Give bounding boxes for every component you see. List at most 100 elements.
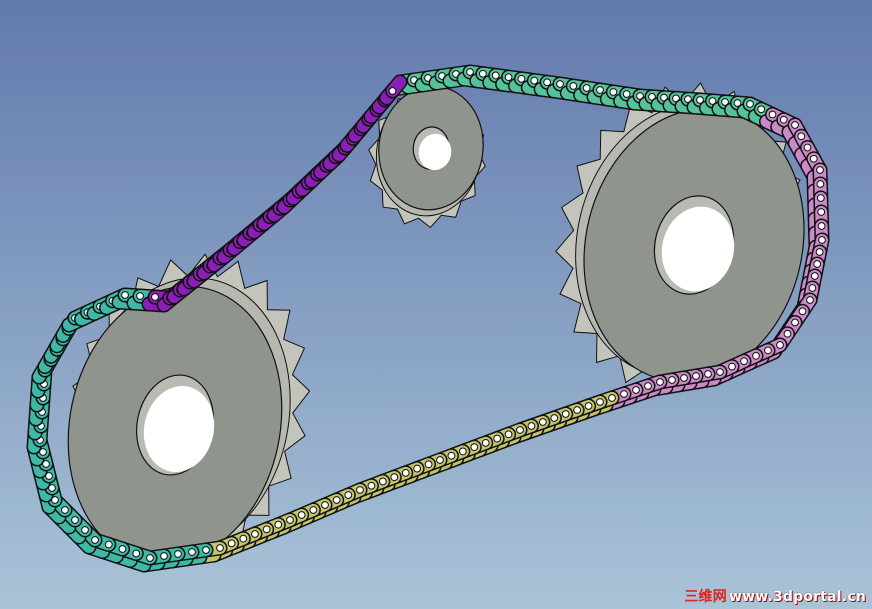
chain-pin xyxy=(791,318,799,327)
chain-pin xyxy=(797,132,806,141)
chain-pin xyxy=(136,292,144,300)
watermark-url: www.3dportal.cn xyxy=(728,589,866,605)
chain-pin xyxy=(656,378,664,386)
chain-pin xyxy=(491,71,500,80)
chain-pin xyxy=(71,516,79,524)
chain-pin xyxy=(458,447,467,456)
chain-pin xyxy=(160,552,168,560)
chain-pin xyxy=(538,418,547,426)
chain-pin xyxy=(680,374,688,382)
chain-pin xyxy=(808,284,817,292)
chain-pin xyxy=(470,443,479,452)
chain-pin xyxy=(378,477,387,486)
chain-pin xyxy=(227,539,236,548)
chain-pin xyxy=(447,451,456,460)
chain-pin xyxy=(202,546,210,554)
chain-pin xyxy=(620,390,628,398)
chain-pin xyxy=(344,491,353,499)
chain-pin xyxy=(81,526,89,534)
chain-pin xyxy=(174,550,182,558)
chain-pin xyxy=(239,534,248,543)
chain-pin xyxy=(516,426,524,434)
chain-pin xyxy=(527,422,536,430)
chain-pin xyxy=(504,430,513,439)
chain-pin xyxy=(816,166,824,174)
chain-pin xyxy=(262,525,271,534)
watermark: 三维网 www.3dportal.cn xyxy=(684,586,866,606)
chain-pin xyxy=(783,329,792,338)
3d-viewport[interactable]: 三维网 www.3dportal.cn xyxy=(0,0,872,609)
chain-pin xyxy=(817,208,826,216)
chain-pin xyxy=(309,506,318,514)
chain-pin xyxy=(806,296,814,304)
chain-pin xyxy=(818,236,826,244)
chain-pin xyxy=(132,549,141,558)
chain-pin xyxy=(810,272,819,280)
chain-pin xyxy=(809,154,818,163)
chain-pin xyxy=(644,382,652,390)
chain-pin xyxy=(752,351,760,360)
chain-pin xyxy=(569,82,578,90)
chain-pin xyxy=(746,100,754,108)
chain-pin xyxy=(815,248,824,256)
chain-pin xyxy=(188,548,196,556)
chain-pin xyxy=(321,501,329,509)
chain-pin xyxy=(764,346,772,355)
chain-pin xyxy=(791,121,799,129)
chain-pin xyxy=(517,74,526,83)
chain-pin xyxy=(274,520,283,529)
chain-pin xyxy=(390,473,399,482)
chain-pin xyxy=(596,398,604,406)
chain-pin xyxy=(803,143,812,152)
chain-pin xyxy=(716,368,724,376)
chain-pin xyxy=(740,357,748,366)
chain-pin xyxy=(251,530,259,538)
chain-pin xyxy=(632,386,640,394)
chain-pin xyxy=(622,90,631,98)
chain-pin xyxy=(91,536,99,544)
chain-pin xyxy=(466,68,474,76)
chain-pin xyxy=(297,511,306,519)
chain-pin xyxy=(668,376,676,384)
chain-pin xyxy=(768,110,777,119)
chain-pin xyxy=(573,406,582,414)
chain-pin xyxy=(367,481,376,490)
chain-pin xyxy=(504,73,513,82)
chain-pin xyxy=(561,410,570,418)
chain-pin xyxy=(286,516,294,524)
chain-pin xyxy=(356,486,364,494)
chain-pin xyxy=(596,86,604,94)
chain-pin xyxy=(151,293,159,301)
chain-pin xyxy=(816,180,825,188)
chain-pin xyxy=(118,545,127,553)
chain-pin xyxy=(582,84,591,92)
chain-pin xyxy=(816,194,825,202)
chain-pin xyxy=(704,370,712,378)
chain-pin xyxy=(757,105,766,114)
chain-pin xyxy=(481,438,490,447)
chain-pin xyxy=(61,506,69,514)
chain-pin xyxy=(728,362,736,371)
chain-pin xyxy=(216,544,224,552)
chain-pin xyxy=(608,394,616,402)
chain-pin xyxy=(332,496,341,504)
chain-drive-model[interactable] xyxy=(0,0,872,609)
chain-pin xyxy=(424,460,433,469)
chain-link xyxy=(379,74,408,106)
chain-pin xyxy=(776,341,784,349)
chain-pin xyxy=(813,260,822,268)
chain-pin xyxy=(543,78,552,87)
chain-pin xyxy=(609,88,618,96)
watermark-cn: 三维网 xyxy=(684,589,727,605)
chain-pin xyxy=(779,115,788,124)
chain-pin xyxy=(493,434,502,443)
chain-pin xyxy=(550,414,559,422)
chain-pin xyxy=(478,69,487,78)
chain-pin xyxy=(817,222,826,230)
chain-pin xyxy=(121,291,129,299)
chain-pin xyxy=(798,307,807,316)
chain-pin xyxy=(556,80,564,88)
chain-pin xyxy=(413,464,422,473)
chain-pin xyxy=(104,540,113,549)
chain-pin xyxy=(388,87,397,95)
